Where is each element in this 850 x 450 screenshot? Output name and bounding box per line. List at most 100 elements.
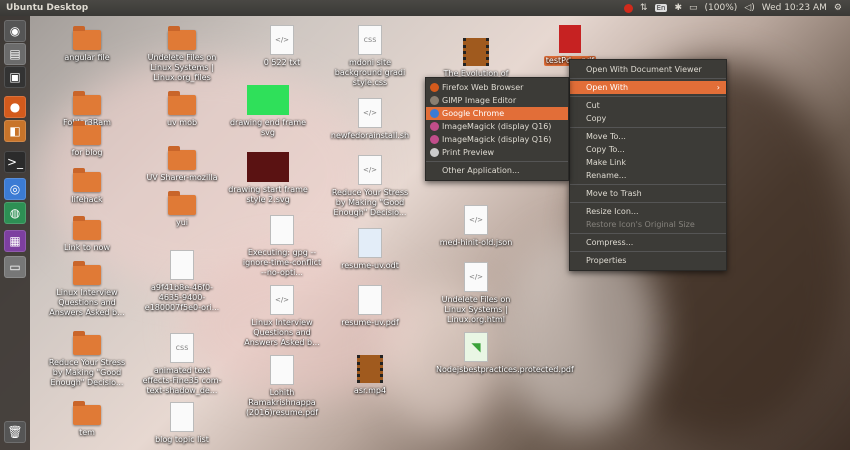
menu-item[interactable]: Rename... [570,169,726,182]
desktop-item[interactable]: 0 522 txt [242,25,322,68]
menu-item[interactable]: Make Link [570,156,726,169]
submenu-item[interactable]: ImageMagick (display Q16) [426,120,568,133]
keyboard-language[interactable]: En [654,4,668,12]
folder-icon [73,91,101,115]
window-title: Ubuntu Desktop [6,3,89,13]
desktop-item[interactable]: drawing start frame style 2.svg [228,152,308,205]
text-file-icon [358,155,382,185]
submenu-item[interactable]: Print Preview [426,146,568,159]
volume-icon[interactable]: ◁) [744,3,754,13]
pdf-file-icon [559,25,581,53]
desktop-item[interactable]: newfedorainstall.sh [330,98,410,141]
network-icon[interactable]: ⇅ [640,3,648,13]
text-file-icon [464,262,488,292]
drive-icon[interactable]: ▭ [4,256,26,278]
menu-item-label: Compress... [586,238,634,247]
menu-item[interactable]: Move to Trash [570,187,726,200]
menu-item[interactable]: Copy [570,112,726,125]
menu-item[interactable]: Resize Icon... [570,205,726,218]
menu-item[interactable]: Properties [570,254,726,267]
menu-item-label: Properties [586,256,627,265]
folder-icon [168,91,196,115]
desktop-item[interactable]: Linux Interview Questions and Answers As… [242,285,322,348]
record-icon[interactable] [624,3,634,13]
desktop-item-label: Undelete Files on Linux Systems | Linux.… [147,53,217,82]
settings-gear-icon[interactable]: ⚙ [834,3,842,13]
menu-item[interactable]: Move To... [570,130,726,143]
chevron-right-icon: › [716,83,720,92]
globe-icon[interactable]: ◍ [4,202,26,224]
battery-icon[interactable]: ▭ [689,3,698,13]
desktop-item-label: newfedorainstall.sh [330,131,410,140]
desktop-item[interactable]: Undelete Files on Linux Systems | Linux.… [436,262,516,325]
desktop-item[interactable]: angular file [47,26,127,63]
menu-item[interactable]: Cut [570,99,726,112]
video-file-icon [357,355,383,383]
desktop-item[interactable]: css mdoni site background gradi style.css [330,25,410,88]
dash-icon[interactable]: ◉ [4,20,26,42]
trash-icon[interactable]: 🗑 [4,421,26,443]
menu-item[interactable]: Open With Document Viewer [570,63,726,76]
desktop-item[interactable]: Folder3Ram [47,91,127,128]
desktop-item[interactable]: Executing: gpg --ignore-time-conflict --… [242,215,322,278]
terminal-system-icon[interactable]: ▣ [4,66,26,88]
desktop-item[interactable]: a9f41b8e-46f0-4635-9400-e180007f5e0-ori.… [142,250,222,313]
text-file-icon [464,205,488,235]
desktop-item[interactable]: med-hinit-old.json [436,205,516,248]
submenu-item[interactable]: GIMP Image Editor [426,94,568,107]
desktop-item[interactable]: Reduce Your Stress by Making "Good Enoug… [47,331,127,388]
firefox-icon[interactable]: ● [4,96,26,118]
terminal-icon[interactable]: >_ [4,151,26,173]
desktop-item-label: Linux Interview Questions and Answers As… [244,318,320,347]
submenu-item[interactable]: Firefox Web Browser [426,81,568,94]
desktop-item[interactable]: UV Sharer-mozilla [142,146,222,183]
desktop-item[interactable]: for blog [47,121,127,158]
desktop-item[interactable]: uv mob [142,91,222,128]
desktop-item[interactable]: lifehack [47,168,127,205]
text-file-icon [270,25,294,55]
desktop-item[interactable]: resume-uv.pdf [330,285,410,328]
desktop-item-label: Executing: gpg --ignore-time-conflict --… [242,248,322,277]
menu-item[interactable]: Compress... [570,236,726,249]
desktop-item-label: asr.mp4 [353,386,387,395]
files-icon[interactable]: ▤ [4,43,26,65]
desktop-item[interactable]: css animated text effects-Fine35 com-text… [142,333,222,396]
indicator-area: ⇅ En ✱ ▭ (100%) ◁) Wed 10:23 AM ⚙ [624,3,850,13]
desktop-item[interactable]: asr.mp4 [330,355,410,396]
desktop-item[interactable]: blog topic list [142,402,222,445]
battery-percent[interactable]: (100%) [705,3,738,13]
desktop-item[interactable]: Link to now [47,216,127,253]
menu-item[interactable]: Open With › [570,81,726,94]
submenu-item[interactable]: ImageMagick (display Q16) [426,133,568,146]
desktop-item[interactable]: Reduce Your Stress by Making "Good Enoug… [330,155,410,218]
folder-icon [73,401,101,425]
desktop-item[interactable]: Lohith Ramakrishnappa (2016)resume.pdf [242,355,322,418]
bluetooth-icon[interactable]: ✱ [674,3,682,13]
submenu-item-label: ImageMagick (display Q16) [442,135,552,144]
desktop-item[interactable]: Linux Interview Questions and Answers As… [47,261,127,318]
menu-item-label: Move to Trash [586,189,642,198]
text-file-icon [270,285,294,315]
app-icon [430,109,439,118]
desktop-item[interactable]: tem [47,401,127,438]
chrome-icon[interactable]: ◎ [4,178,26,200]
launcher: ◉ ▤ ▣ ● ◧ >_ ◎ ◍ ▦ ▭ 🗑 [0,16,30,450]
video-icon[interactable]: ▦ [4,230,26,252]
clock[interactable]: Wed 10:23 AM [762,3,827,13]
desktop-item-label: Reduce Your Stress by Making "Good Enoug… [48,358,126,387]
archive-icon[interactable]: ◧ [4,120,26,142]
desktop-item-label: tem [79,428,95,437]
menu-item-label: Resize Icon... [586,207,639,216]
menu-item[interactable]: Copy To... [570,143,726,156]
folder-icon [73,168,101,192]
desktop-item[interactable]: drawing end frame svg [228,85,308,138]
desktop-item-label: Linux Interview Questions and Answers As… [49,288,125,317]
desktop-item[interactable]: Undelete Files on Linux Systems | Linux.… [142,26,222,83]
desktop-item[interactable]: ◥ Nodejsbestpractices.protected.pdf [436,332,574,375]
folder-icon [168,146,196,170]
desktop-item[interactable]: yui [142,191,222,228]
submenu-item[interactable]: Other Application... [426,164,568,177]
submenu-item[interactable]: Google Chrome [426,107,568,120]
desktop-item[interactable]: resume-uv.odt [330,228,410,271]
css-file-icon: css [358,25,382,55]
